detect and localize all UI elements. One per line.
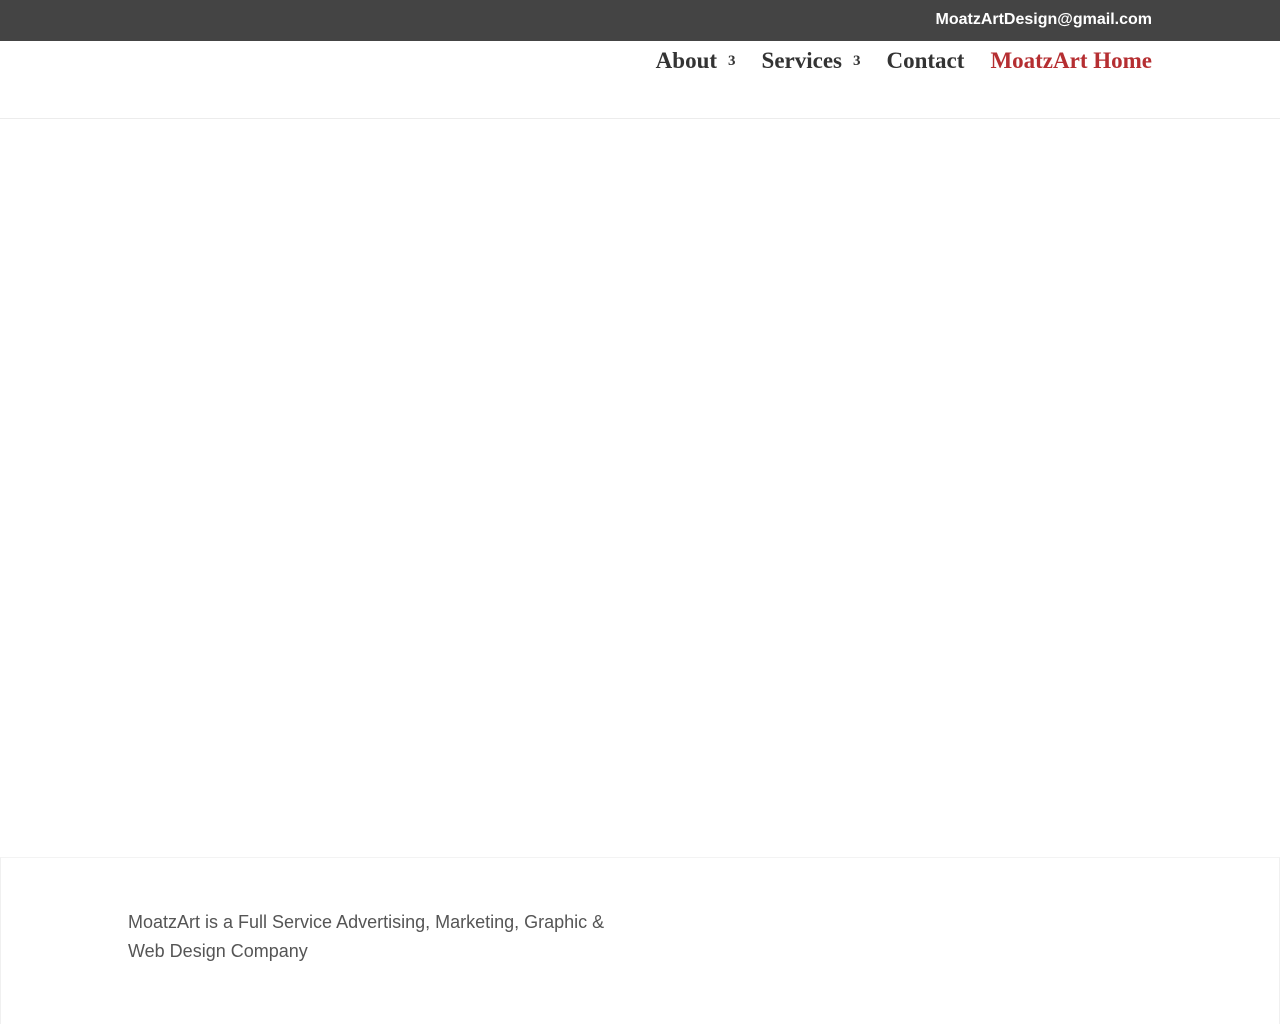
nav-item-about[interactable]: About 3 [656, 47, 736, 75]
nav-item-label: Contact [886, 48, 965, 73]
footer-description: MoatzArt is a Full Service Advertising, … [128, 912, 605, 961]
nav-item-label: About [655, 48, 718, 73]
dropdown-arrow-icon: 3 [728, 53, 736, 69]
dropdown-arrow-icon: 3 [853, 53, 861, 69]
nav-item-home[interactable]: MoatzArt Home [990, 47, 1152, 75]
main-nav: About 3 Services 3 Contact MoatzArt Home [656, 47, 1152, 75]
main-content [0, 119, 1280, 857]
top-bar: MoatzArtDesign@gmail.com [0, 0, 1280, 41]
footer: MoatzArt is a Full Service Advertising, … [0, 857, 1280, 1024]
nav-item-label: Services [761, 48, 842, 73]
main-header: About 3 Services 3 Contact MoatzArt Home [0, 41, 1280, 119]
email-link[interactable]: MoatzArtDesign@gmail.com [935, 10, 1152, 30]
nav-item-label: MoatzArt Home [990, 48, 1152, 73]
nav-item-services[interactable]: Services 3 [762, 47, 861, 75]
nav-item-contact[interactable]: Contact [887, 47, 965, 75]
